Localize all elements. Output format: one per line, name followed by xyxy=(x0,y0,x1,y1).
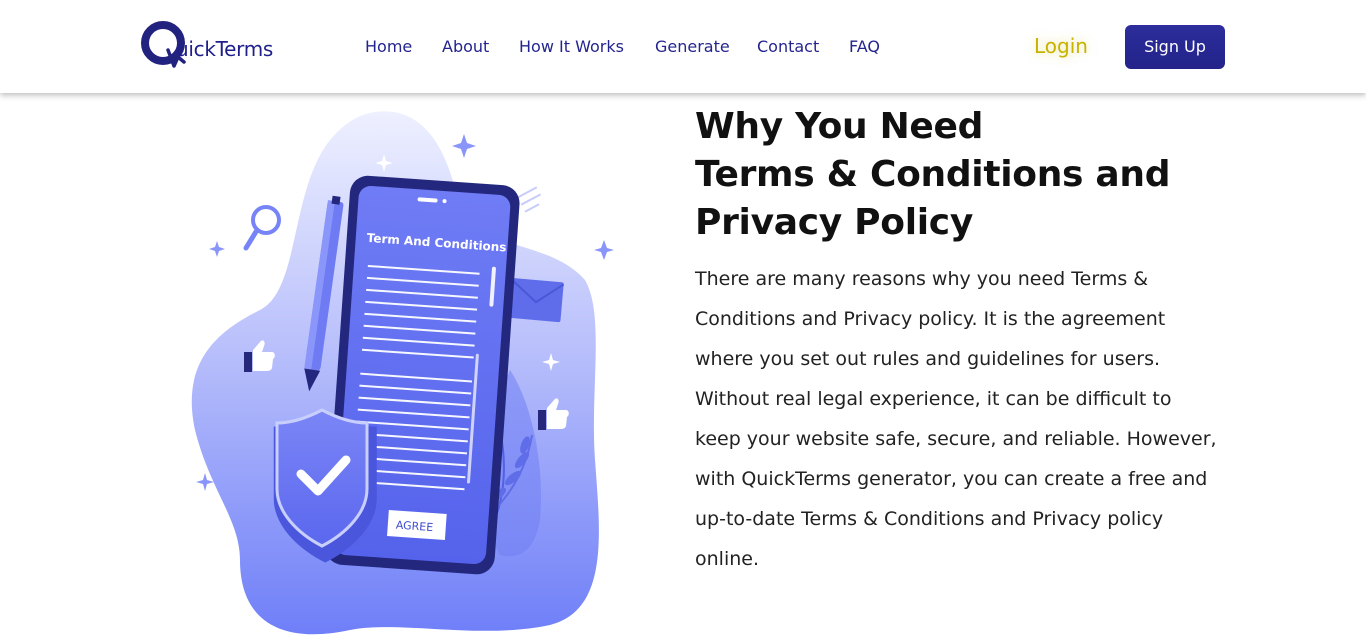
paragraph-line: up-to-date Terms & Conditions and Privac… xyxy=(695,508,1164,530)
nav-about[interactable]: About xyxy=(442,37,489,56)
heading-line: Privacy Policy xyxy=(695,202,973,243)
agree-button: AGREE xyxy=(395,519,433,535)
envelope-icon xyxy=(508,278,565,323)
paragraph-line: keep your website safe, secure, and reli… xyxy=(695,428,1217,450)
nav-contact[interactable]: Contact xyxy=(757,37,819,56)
sparkle-icon xyxy=(594,240,614,260)
paragraph-line: where you set out rules and guidelines f… xyxy=(695,348,1161,370)
why-section: Why You Need Terms & Conditions and Priv… xyxy=(695,103,1240,579)
site-header: uickTerms Home About How It Works Genera… xyxy=(0,0,1366,93)
heading-line: Why You Need xyxy=(695,106,984,147)
sparkle-icon xyxy=(452,134,476,158)
sparkle-icon xyxy=(209,241,225,257)
section-paragraph: There are many reasons why you need Term… xyxy=(695,259,1235,579)
paragraph-line: Conditions and Privacy policy. It is the… xyxy=(695,308,1166,330)
terms-illustration: Term And Conditions AGREE xyxy=(191,111,614,635)
heading-line: Terms & Conditions and xyxy=(695,154,1171,195)
paragraph-line: There are many reasons why you need Term… xyxy=(695,268,1149,290)
nav-home[interactable]: Home xyxy=(365,37,412,56)
nav-how-it-works[interactable]: How It Works xyxy=(519,37,624,56)
nav-faq[interactable]: FAQ xyxy=(849,37,880,56)
login-link[interactable]: Login xyxy=(1034,34,1088,58)
paragraph-line: online. xyxy=(695,548,759,570)
paragraph-line: with QuickTerms generator, you can creat… xyxy=(695,468,1208,490)
sign-up-button[interactable]: Sign Up xyxy=(1125,25,1225,69)
magnifier-icon xyxy=(243,205,281,251)
section-heading: Why You Need Terms & Conditions and Priv… xyxy=(695,103,1240,247)
paragraph-line: Without real legal experience, it can be… xyxy=(695,388,1172,410)
nav-generate[interactable]: Generate xyxy=(655,37,730,56)
